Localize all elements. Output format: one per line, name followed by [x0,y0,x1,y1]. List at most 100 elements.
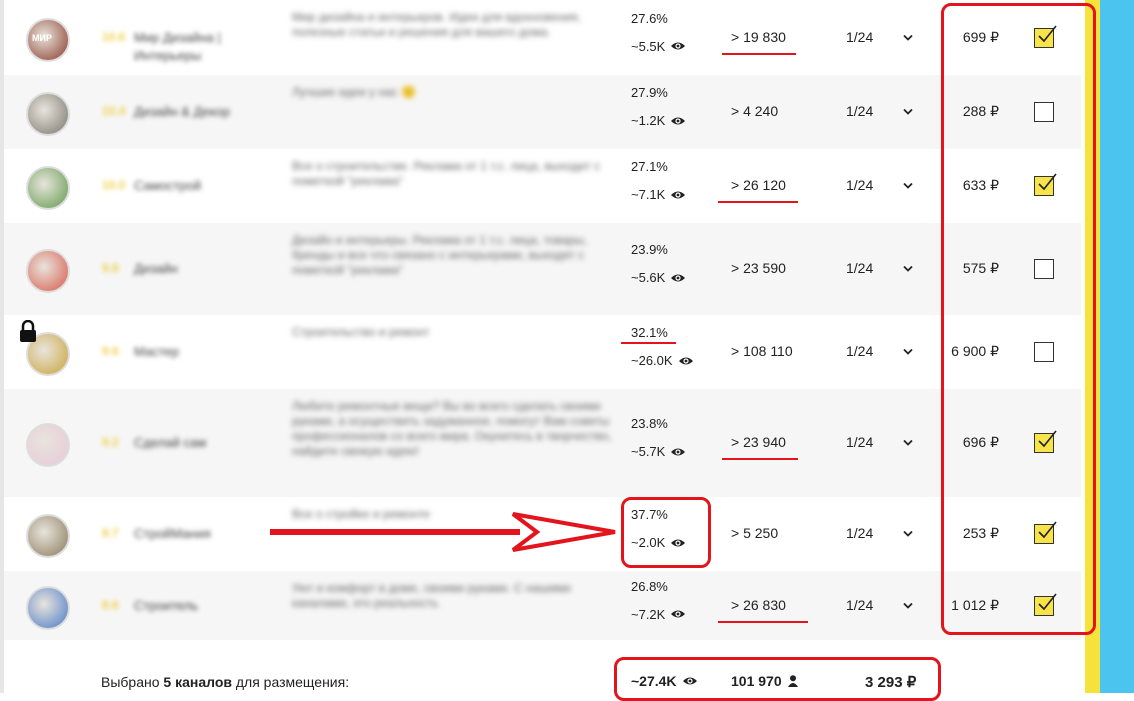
average-views: ~7.2K [631,607,686,622]
average-views: ~1.2K [631,113,686,128]
posting-frequency: 1/24 [846,103,874,119]
subscribers-count: > 19 830 [731,28,786,45]
table-row: 8.6 Строитель Уют и комфорт в доме, своими… [4,571,1081,640]
chevron-down-icon[interactable] [902,530,914,538]
channel-name[interactable]: Строитель [134,597,284,615]
channel-description: Уют и комфорт в доме, своими руками. С н… [292,581,571,610]
chevron-down-icon[interactable] [902,265,914,273]
subscribers-underline [722,52,796,55]
engagement-rate: 23.8% [631,416,668,431]
channel-description: Мир дизайна и интерьеров. Идеи для вдохн… [292,10,581,39]
lock-icon [20,320,36,342]
average-views: ~7.1K [631,187,686,202]
posting-frequency: 1/24 [846,434,874,450]
eye-icon [671,610,686,618]
chevron-down-icon[interactable] [902,108,914,116]
posting-frequency: 1/24 [846,525,874,541]
chevron-down-icon[interactable] [902,182,914,190]
average-views-value: ~1.2K [631,113,666,128]
channel-rating: 10.0 [102,178,126,192]
selected-suffix: для размещения: [231,674,350,690]
average-views: ~5.7K [631,444,686,459]
engagement-rate: 23.9% [631,242,668,257]
engagement-rate: 27.1% [631,159,668,174]
channel-name[interactable]: Дизайн [134,260,284,278]
selected-count: 5 каналов [163,674,232,690]
subscribers-count: > 5 250 [731,525,779,541]
channel-rating: 9.6 [102,344,119,358]
subscribers-count: > 23 940 [731,434,786,450]
average-views-value: ~5.7K [631,444,666,459]
engagement-rate: 26.8% [631,578,668,594]
subscribers-count: > 23 590 [731,260,786,276]
posting-frequency: 1/24 [846,177,874,193]
side-blue-bar[interactable] [1100,0,1134,693]
eye-icon [678,357,693,364]
channel-description: Любите ремонтные вещи? Вы во всего сдела… [292,399,612,458]
subscribers-underline [722,458,798,460]
channel-rating: 10.4 [102,104,126,118]
channel-avatar[interactable] [26,585,70,630]
avatar-text: МИР [32,32,52,43]
engagement-rate: 27.6% [631,10,668,26]
channel-rating: 9.2 [102,435,119,449]
channel-description: Все о строительстве. Реклама от 1 т.с. л… [292,159,601,188]
eye-icon [671,191,686,198]
posting-frequency: 1/24 [846,260,874,276]
channel-name[interactable]: Дизайн & Декор [134,103,284,121]
channel-avatar[interactable] [26,249,70,293]
channel-avatar[interactable] [26,92,70,136]
channel-name[interactable]: Мир Дизайна | Интерьеры [134,29,284,65]
subscribers-count: > 26 120 [731,177,786,193]
subscribers-underline [718,201,798,203]
average-views: ~5.5K [631,39,686,54]
table-row: 9.8 Дизайн Дизайн и интерьеры. Реклама от … [4,223,1081,315]
posting-frequency: 1/24 [846,596,874,613]
channel-avatar[interactable] [26,166,70,210]
channel-name[interactable]: Мастер [134,343,284,361]
average-views-value: ~5.5K [631,38,666,54]
selected-summary: Выбрано 5 каналов для размещения: [101,674,349,690]
price-column-highlight [941,3,1096,635]
engagement-rate: 27.9% [631,85,668,100]
totals-highlight-box [614,657,941,701]
table-row: МИР 10.6 Мир Дизайна | Интерьеры Мир дизайн… [4,0,1081,75]
channel-description: Дизайн и интерьеры. Реклама от 1 т.с. ли… [292,233,588,277]
chevron-down-icon[interactable] [902,602,914,610]
table-row: 9.2 Сделай сам Любите ремонтные вещи? Вы в… [4,389,1081,497]
eye-icon [671,448,686,455]
eye-icon [671,274,686,281]
average-views-value: ~26.0K [631,353,673,368]
table-row: 10.4 Дизайн & Декор Лучшие идеи у нас 🙂 27.… [4,75,1081,149]
chevron-down-icon[interactable] [902,34,914,42]
table-row: 10.0 Самострой Все о строительстве. Реклам… [4,149,1081,223]
posting-frequency: 1/24 [846,343,874,359]
eye-icon [671,42,686,50]
chevron-down-icon[interactable] [902,348,914,356]
channel-name[interactable]: Самострой [134,177,284,195]
average-views-value: ~7.1K [631,187,666,202]
subscribers-count: > 4 240 [731,103,779,119]
channel-rating: 10.6 [102,29,126,44]
subscribers-underline [718,620,808,623]
channel-rating: 8.6 [102,597,119,612]
chevron-down-icon[interactable] [902,439,914,447]
subscribers-count: > 26 830 [731,596,786,613]
average-views-value: ~7.2K [631,606,666,622]
subscribers-count: > 108 110 [731,343,793,359]
channel-name[interactable]: СтройМания [134,525,284,543]
channel-name[interactable]: Сделай сам [134,434,284,452]
channel-avatar[interactable] [26,514,70,558]
engagement-rate: 32.1% [631,325,668,340]
channel-description: Строительство и ремонт [292,325,430,339]
table-row: 9.6 Мастер Строительство и ремонт 32.1% ~26.… [4,315,1081,389]
channel-avatar[interactable]: МИР [26,17,70,62]
channel-rating: 9.8 [102,261,119,275]
channel-avatar[interactable] [26,423,70,467]
er-underline [621,342,676,344]
channel-rating: 8.7 [102,526,119,540]
posting-frequency: 1/24 [846,28,874,45]
er-highlight-box [621,497,711,568]
average-views: ~26.0K [631,353,694,368]
selected-prefix: Выбрано [101,674,164,690]
